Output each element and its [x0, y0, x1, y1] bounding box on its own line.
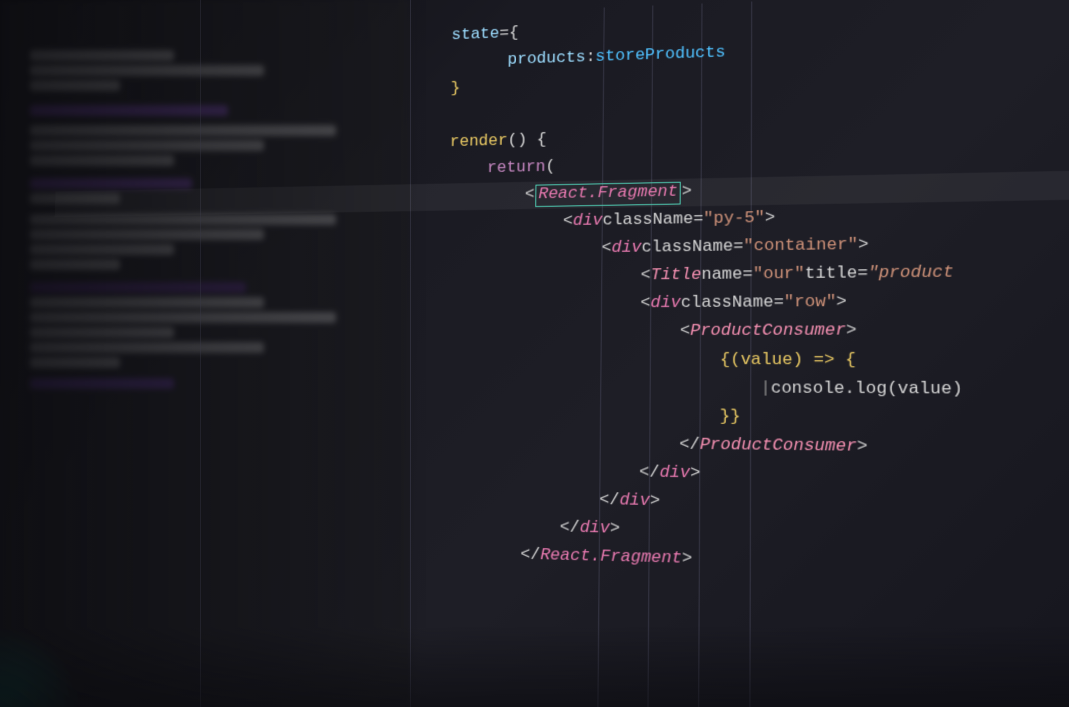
token-classname2: className=: [641, 234, 743, 263]
teal-accent: [0, 627, 80, 707]
token-lt6: <: [680, 318, 690, 346]
token-state: state: [451, 21, 499, 50]
code-line-productconsumer-open: <ProductConsumer>: [50, 317, 1069, 347]
token-div-close3: div: [580, 515, 610, 544]
token-storeproducts: storeProducts: [595, 40, 725, 72]
token-row: "row": [784, 289, 836, 318]
code-editor-tilt: state={ products: storeProducts } render…: [39, 0, 1069, 707]
token-product: "product: [868, 260, 954, 289]
token-title-attr: title=: [805, 260, 868, 289]
token-close-fn: }}: [720, 403, 741, 432]
token-react-fragment: React.Fragment: [535, 182, 680, 207]
token-title-comp: Title: [651, 262, 702, 290]
token-gt10: >: [610, 515, 620, 544]
token-react-fragment-close: React.Fragment: [540, 542, 682, 574]
token-gt2: >: [765, 205, 775, 233]
token-gt1: >: [682, 179, 692, 207]
token-gt6: >: [846, 318, 857, 347]
token-lt1: <: [525, 182, 535, 209]
token-classname3: className=: [681, 290, 784, 319]
token-div3: div: [650, 290, 681, 318]
token-gt5: >: [836, 289, 847, 318]
token-div1: div: [573, 208, 603, 236]
token-products: products: [507, 45, 585, 75]
token-value-fn: {(value) => {: [720, 346, 856, 375]
token-name-attr: name=: [701, 262, 752, 291]
token-return-paren: (: [545, 154, 555, 181]
token-lt2: <: [563, 209, 573, 237]
token-py5: "py-5": [703, 205, 765, 234]
token-gt8: >: [690, 460, 700, 489]
token-our: "our": [753, 261, 805, 290]
code-lines: state={ products: storeProducts } render…: [44, 0, 1069, 584]
token-render-parens: () {: [507, 127, 546, 155]
token-eq: ={: [499, 20, 519, 48]
token-gt11: >: [682, 545, 692, 574]
token-div-close2: div: [619, 487, 650, 516]
token-colon: :: [585, 44, 595, 71]
token-lt10: </: [560, 514, 580, 543]
token-lt3: <: [601, 236, 611, 264]
token-container: "container": [743, 232, 858, 262]
token-classname1: className=: [602, 206, 703, 235]
token-productconsumer: ProductConsumer: [690, 318, 846, 347]
token-lt4: <: [640, 263, 650, 291]
code-line-value-fn: {(value) => {: [50, 346, 1069, 375]
token-close-brace: }: [450, 76, 460, 103]
token-consolelog: console.log(value): [771, 375, 963, 405]
token-productconsumer-close: ProductConsumer: [700, 431, 857, 461]
token-div2: div: [611, 235, 641, 263]
token-lt9: </: [599, 487, 619, 516]
token-render: render: [450, 128, 508, 156]
token-lt5: <: [640, 291, 650, 319]
token-gt7: >: [857, 433, 868, 462]
code-content: state={ products: storeProducts } render…: [39, 0, 1069, 707]
token-gt9: >: [650, 487, 660, 516]
token-gt3: >: [858, 232, 869, 261]
token-lt11: </: [520, 541, 540, 570]
screen: state={ products: storeProducts } render…: [0, 0, 1069, 707]
token-div-close1: div: [659, 459, 690, 488]
token-lt7: </: [679, 431, 700, 460]
token-pipe: |: [760, 375, 770, 404]
token-lt8: </: [639, 459, 660, 488]
token-return: return: [487, 155, 546, 183]
